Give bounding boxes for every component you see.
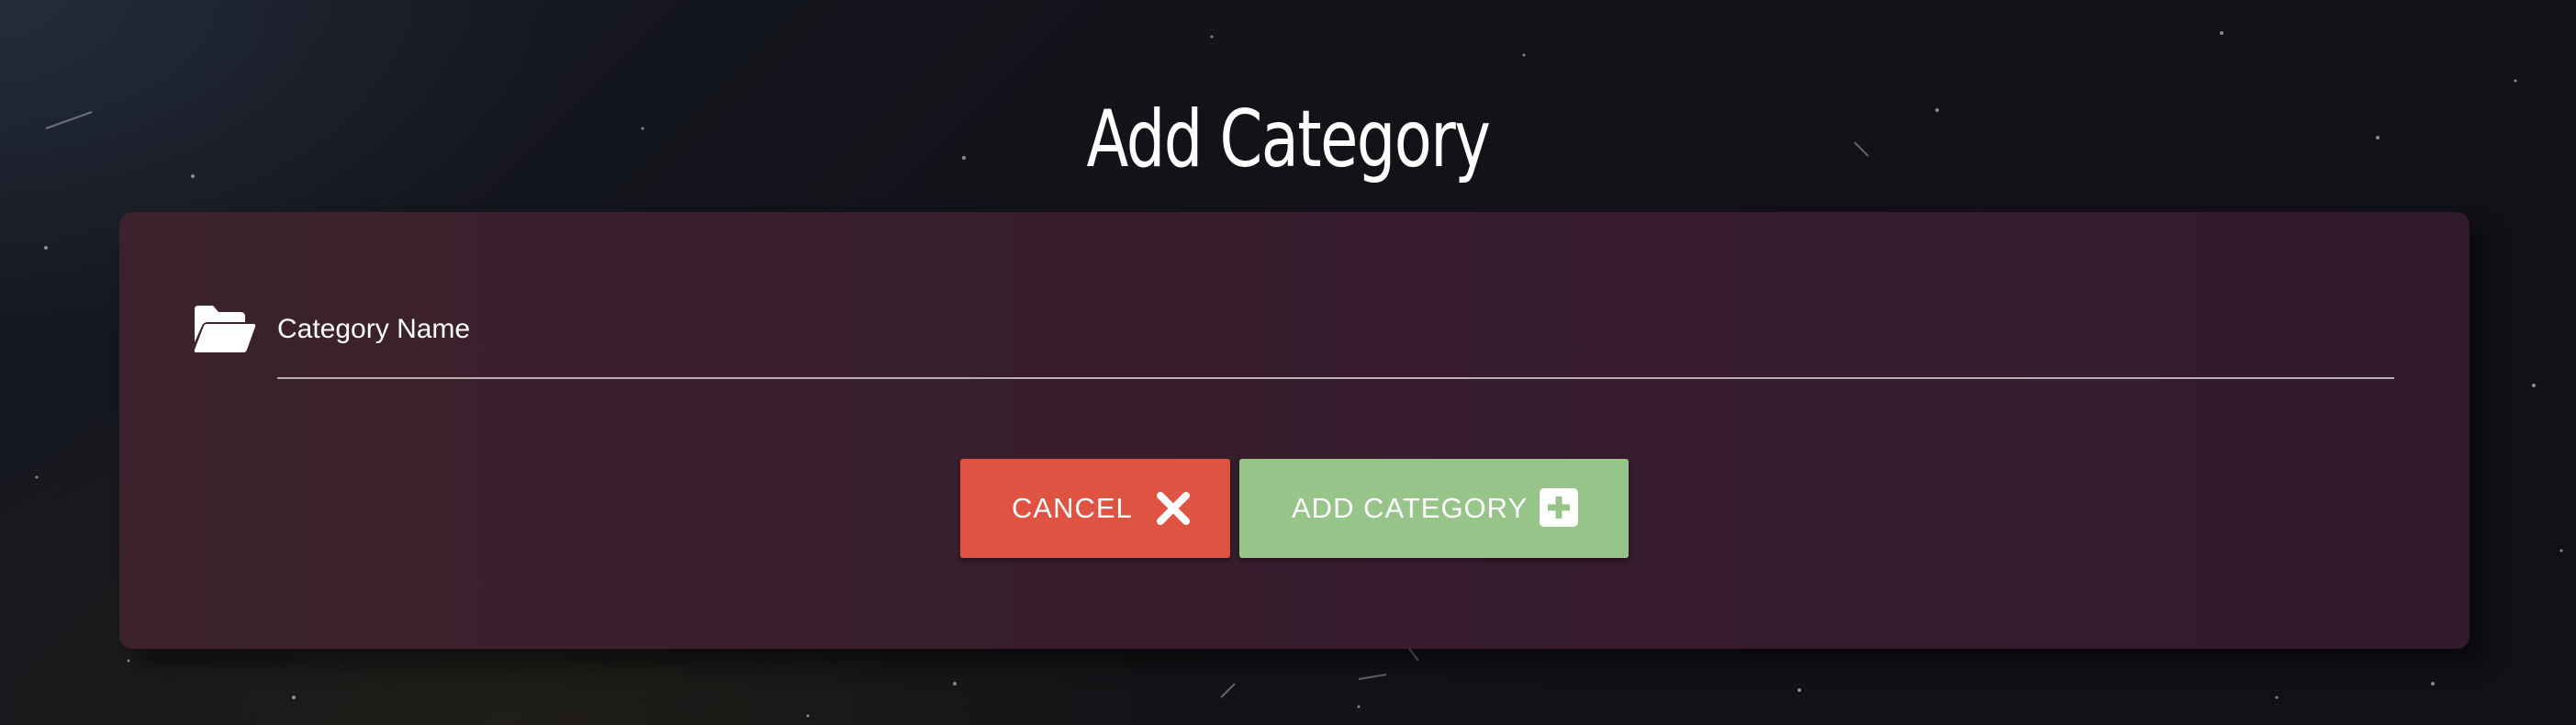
add-category-button[interactable]: ADD CATEGORY [1239, 459, 1629, 558]
cancel-button-label: CANCEL [1012, 492, 1133, 524]
input-underline [277, 377, 2394, 379]
add-category-card: Category Name CANCEL ADD CATEGORY [119, 212, 2470, 649]
add-category-button-label: ADD CATEGORY [1292, 492, 1529, 524]
page-title: Add Category [1086, 94, 1491, 185]
category-name-input[interactable] [277, 304, 2398, 357]
close-icon [1157, 492, 1190, 525]
plus-square-icon [1540, 488, 1578, 527]
folder-open-icon [194, 306, 256, 352]
cancel-button[interactable]: CANCEL [960, 459, 1230, 558]
category-name-field[interactable]: Category Name [193, 304, 2398, 386]
